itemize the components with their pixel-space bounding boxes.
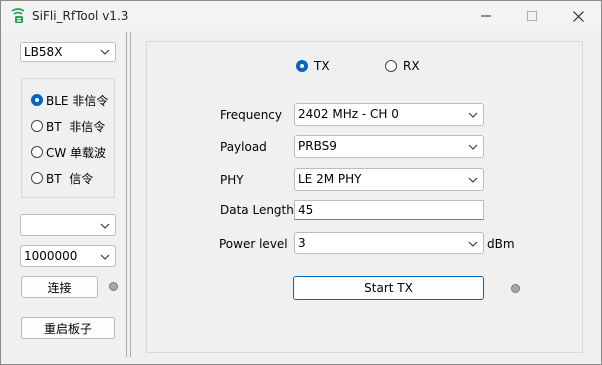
mode-radio-ble-nonsignaling[interactable]: BLE 非信令 [31, 92, 108, 108]
mode-radio-cw-single-carrier[interactable]: CW 单载波 [31, 144, 106, 160]
rx-radio-label: RX [403, 59, 420, 73]
start-tx-button-label: Start TX [364, 281, 413, 295]
close-button[interactable] [555, 1, 601, 31]
radio-circle [31, 172, 43, 184]
data-length-input[interactable]: 45 [294, 200, 484, 220]
payload-label: Payload [220, 140, 267, 154]
app-window: SiFli_RfTool v1.3 LB58X BLE 非信令 BT 非信令 C… [0, 0, 602, 365]
main-panel: TX RX Frequency 2402 MHz - CH 0 Payload … [146, 41, 583, 353]
chevron-down-icon [100, 49, 110, 55]
radio-circle [31, 94, 43, 106]
maximize-icon [527, 11, 537, 21]
radio-circle [31, 120, 43, 132]
power-unit-label: dBm [487, 237, 515, 251]
chevron-down-icon [468, 112, 478, 118]
title-bar: SiFli_RfTool v1.3 [1, 1, 601, 31]
minimize-icon [481, 15, 491, 17]
mode-radio-label: BLE 非信令 [46, 93, 109, 108]
tx-radio-label: TX [314, 59, 330, 73]
frequency-select[interactable]: 2402 MHz - CH 0 [294, 103, 484, 126]
radio-circle [385, 60, 397, 72]
baud-select[interactable]: 1000000 [20, 245, 116, 267]
frequency-value: 2402 MHz - CH 0 [298, 107, 399, 121]
close-icon [572, 10, 584, 22]
power-level-value: 3 [298, 236, 306, 250]
power-level-label: Power level [219, 237, 288, 251]
connect-button[interactable]: 连接 [21, 276, 98, 298]
connection-status-led [109, 282, 118, 291]
port-select[interactable] [20, 214, 116, 236]
connect-button-label: 连接 [47, 280, 72, 295]
data-length-label: Data Length [220, 203, 294, 217]
power-level-select[interactable]: 3 [294, 232, 484, 254]
radio-circle [31, 146, 43, 158]
payload-value: PRBS9 [298, 139, 337, 153]
maximize-button [509, 1, 555, 31]
baud-select-value: 1000000 [24, 249, 78, 263]
start-tx-button[interactable]: Start TX [293, 276, 484, 300]
phy-label: PHY [220, 173, 244, 187]
reboot-board-button[interactable]: 重启板子 [21, 317, 115, 339]
chevron-down-icon [468, 144, 478, 150]
mode-radio-bt-nonsignaling[interactable]: BT 非信令 [31, 118, 105, 134]
chevron-down-icon [468, 241, 478, 247]
panel-splitter[interactable] [126, 32, 131, 357]
mode-radio-label: BT 信令 [46, 171, 94, 186]
payload-select[interactable]: PRBS9 [294, 135, 484, 158]
minimize-button[interactable] [463, 1, 509, 31]
phy-select[interactable]: LE 2M PHY [294, 168, 484, 191]
reboot-button-label: 重启板子 [43, 321, 92, 336]
phy-value: LE 2M PHY [298, 172, 362, 186]
chevron-down-icon [468, 177, 478, 183]
chevron-down-icon [100, 223, 110, 229]
frequency-label: Frequency [220, 108, 282, 122]
radio-circle [296, 60, 308, 72]
tx-status-led [511, 284, 520, 293]
mode-radio-label: CW 单载波 [46, 145, 107, 160]
mode-radio-label: BT 非信令 [46, 119, 106, 134]
chip-select-value: LB58X [24, 45, 63, 59]
window-title: SiFli_RfTool v1.3 [32, 9, 129, 23]
data-length-value: 45 [298, 203, 314, 217]
chevron-down-icon [100, 254, 110, 260]
chip-select[interactable]: LB58X [20, 42, 116, 62]
app-logo-icon [10, 8, 26, 24]
mode-radio-bt-signaling[interactable]: BT 信令 [31, 170, 93, 186]
mode-groupbox: BLE 非信令 BT 非信令 CW 单载波 BT 信令 [21, 78, 115, 198]
tx-radio[interactable]: TX [296, 58, 330, 74]
rx-radio[interactable]: RX [385, 58, 420, 74]
